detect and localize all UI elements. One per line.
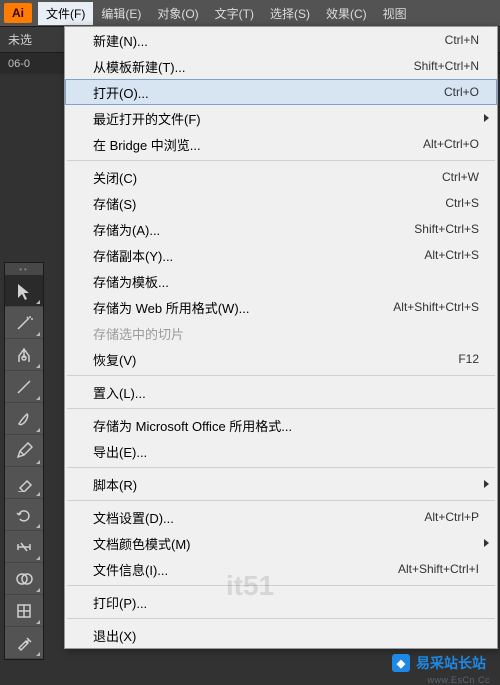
control-bar-label: 未选 <box>8 31 32 48</box>
menu-0[interactable]: 文件(F) <box>38 2 93 25</box>
line-icon[interactable] <box>5 371 43 403</box>
menu-6[interactable]: 视图 <box>375 2 415 25</box>
menu-item-label: 存储副本(Y)... <box>93 246 424 265</box>
menu-item-6[interactable]: 关闭(C)Ctrl+W <box>65 164 497 190</box>
menu-item-label: 新建(N)... <box>93 31 445 50</box>
menu-item-15[interactable]: 置入(L)... <box>65 379 497 405</box>
menu-5[interactable]: 效果(C) <box>318 2 375 25</box>
app-logo: Ai <box>4 3 32 23</box>
menu-item-4[interactable]: 在 Bridge 中浏览...Alt+Ctrl+O <box>65 131 497 157</box>
menu-item-20[interactable]: 脚本(R) <box>65 471 497 497</box>
menu-item-23[interactable]: 文档颜色模式(M) <box>65 530 497 556</box>
menu-item-shortcut: Alt+Ctrl+O <box>423 137 479 151</box>
menu-separator <box>67 585 495 586</box>
selection-icon[interactable] <box>5 275 43 307</box>
menu-item-label: 最近打开的文件(F) <box>93 109 479 128</box>
menu-separator <box>67 408 495 409</box>
menu-item-12: 存储选中的切片 <box>65 320 497 346</box>
menu-2[interactable]: 对象(O) <box>149 2 206 25</box>
menu-separator <box>67 618 495 619</box>
menu-item-1[interactable]: 从模板新建(T)...Shift+Ctrl+N <box>65 53 497 79</box>
menu-item-26[interactable]: 打印(P)... <box>65 589 497 615</box>
menu-item-9[interactable]: 存储副本(Y)...Alt+Ctrl+S <box>65 242 497 268</box>
menu-item-17[interactable]: 存储为 Microsoft Office 所用格式... <box>65 412 497 438</box>
menu-item-label: 存储为模板... <box>93 272 479 291</box>
width-icon[interactable] <box>5 531 43 563</box>
menu-item-8[interactable]: 存储为(A)...Shift+Ctrl+S <box>65 216 497 242</box>
menu-item-shortcut: Alt+Ctrl+S <box>424 248 479 262</box>
file-menu-dropdown: 新建(N)...Ctrl+N从模板新建(T)...Shift+Ctrl+N打开(… <box>64 26 498 649</box>
menu-separator <box>67 160 495 161</box>
menu-separator <box>67 500 495 501</box>
eyedropper-icon[interactable] <box>5 627 43 659</box>
menu-item-label: 导出(E)... <box>93 442 479 461</box>
menu-separator <box>67 375 495 376</box>
menu-item-3[interactable]: 最近打开的文件(F) <box>65 105 497 131</box>
menu-item-label: 存储(S) <box>93 194 445 213</box>
menu-item-label: 置入(L)... <box>93 383 479 402</box>
menu-4[interactable]: 选择(S) <box>262 2 318 25</box>
toolbox: •• <box>4 262 44 660</box>
shape-builder-icon[interactable] <box>5 563 43 595</box>
menu-item-label: 存储为 Microsoft Office 所用格式... <box>93 416 479 435</box>
submenu-arrow-icon <box>484 114 489 122</box>
watermark-brand: ◆ 易采站长站 <box>384 649 494 677</box>
menu-item-22[interactable]: 文档设置(D)...Alt+Ctrl+P <box>65 504 497 530</box>
eraser-icon[interactable] <box>5 467 43 499</box>
menu-item-label: 文件信息(I)... <box>93 560 398 579</box>
menu-item-shortcut: Shift+Ctrl+S <box>414 222 479 236</box>
menu-item-label: 存储选中的切片 <box>93 324 479 343</box>
submenu-arrow-icon <box>484 480 489 488</box>
menu-item-shortcut: Alt+Shift+Ctrl+S <box>393 300 479 314</box>
menu-item-shortcut: F12 <box>458 352 479 366</box>
paintbrush-icon[interactable] <box>5 403 43 435</box>
watermark-text: 易采站长站 <box>416 653 486 673</box>
menu-item-label: 脚本(R) <box>93 475 479 494</box>
watermark-logo-icon: ◆ <box>392 654 410 672</box>
menu-item-label: 恢复(V) <box>93 350 458 369</box>
menu-item-shortcut: Alt+Shift+Ctrl+I <box>398 562 479 576</box>
toolbox-grip[interactable]: •• <box>5 263 43 275</box>
menu-item-0[interactable]: 新建(N)...Ctrl+N <box>65 27 497 53</box>
menu-item-label: 存储为 Web 所用格式(W)... <box>93 298 393 317</box>
menu-1[interactable]: 编辑(E) <box>93 2 149 25</box>
menu-item-13[interactable]: 恢复(V)F12 <box>65 346 497 372</box>
menu-item-label: 存储为(A)... <box>93 220 414 239</box>
menu-item-label: 在 Bridge 中浏览... <box>93 135 423 154</box>
menu-item-18[interactable]: 导出(E)... <box>65 438 497 464</box>
document-tab-label: 06-0 <box>8 58 30 70</box>
menu-item-shortcut: Alt+Ctrl+P <box>424 510 479 524</box>
menu-item-label: 打印(P)... <box>93 593 479 612</box>
pencil-icon[interactable] <box>5 435 43 467</box>
menu-item-shortcut: Ctrl+W <box>442 170 479 184</box>
menu-item-7[interactable]: 存储(S)Ctrl+S <box>65 190 497 216</box>
menu-item-shortcut: Ctrl+N <box>445 33 479 47</box>
menu-item-28[interactable]: 退出(X) <box>65 622 497 648</box>
mesh-icon[interactable] <box>5 595 43 627</box>
menu-3[interactable]: 文字(T) <box>207 2 262 25</box>
menu-item-label: 文档颜色模式(M) <box>93 534 479 553</box>
menu-item-2[interactable]: 打开(O)...Ctrl+O <box>65 79 497 105</box>
menu-separator <box>67 467 495 468</box>
menu-item-11[interactable]: 存储为 Web 所用格式(W)...Alt+Shift+Ctrl+S <box>65 294 497 320</box>
submenu-arrow-icon <box>484 539 489 547</box>
menu-item-shortcut: Ctrl+O <box>444 85 479 99</box>
menu-item-label: 关闭(C) <box>93 168 442 187</box>
menu-item-shortcut: Ctrl+S <box>445 196 479 210</box>
pen-icon[interactable] <box>5 339 43 371</box>
menu-item-shortcut: Shift+Ctrl+N <box>414 59 479 73</box>
menu-item-label: 文档设置(D)... <box>93 508 424 527</box>
menu-item-10[interactable]: 存储为模板... <box>65 268 497 294</box>
magic-wand-icon[interactable] <box>5 307 43 339</box>
menu-item-label: 从模板新建(T)... <box>93 57 414 76</box>
rotate-icon[interactable] <box>5 499 43 531</box>
menu-item-label: 退出(X) <box>93 626 479 645</box>
menu-item-label: 打开(O)... <box>93 83 444 102</box>
menubar: Ai 文件(F)编辑(E)对象(O)文字(T)选择(S)效果(C)视图 <box>0 0 500 26</box>
menu-item-24[interactable]: 文件信息(I)...Alt+Shift+Ctrl+I <box>65 556 497 582</box>
